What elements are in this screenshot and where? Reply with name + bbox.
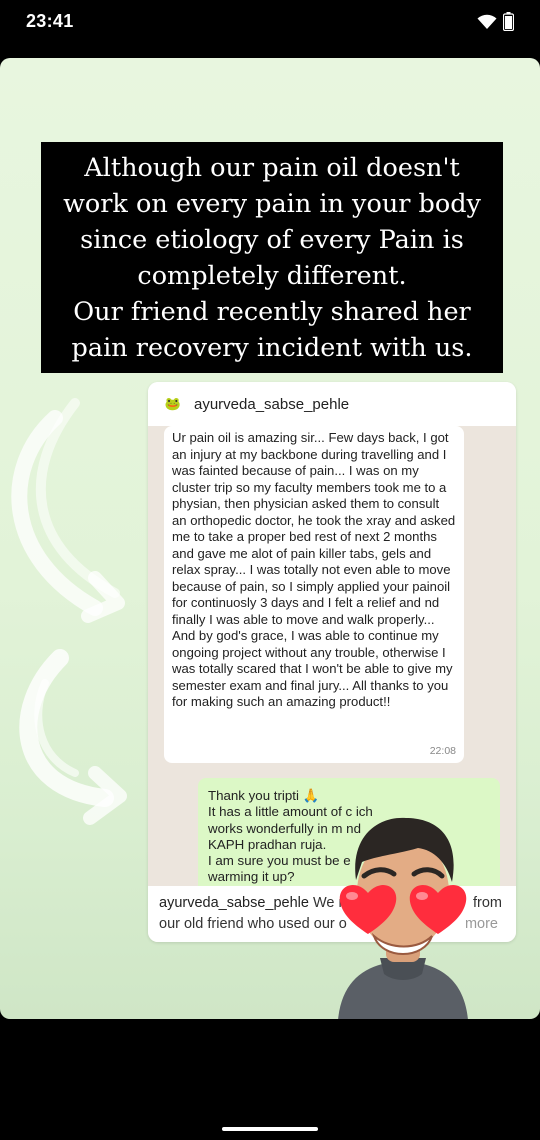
brand-logo-icon: 🐸 bbox=[164, 396, 182, 411]
home-indicator[interactable] bbox=[222, 1127, 318, 1131]
message-timestamp: 22:08 bbox=[429, 744, 456, 757]
caption-line: since etiology of every Pain is bbox=[80, 225, 464, 255]
caption-line: work on every pain in your body bbox=[63, 189, 481, 219]
post-username[interactable]: ayurveda_sabse_pehle bbox=[194, 396, 349, 413]
caption-line: Although our pain oil doesn't bbox=[84, 153, 460, 183]
decorative-swirl bbox=[11, 398, 127, 825]
caption-line: Our friend recently shared her bbox=[73, 297, 471, 327]
status-icons bbox=[477, 12, 515, 36]
post-header[interactable]: 🐸 ayurveda_sabse_pehle bbox=[148, 382, 516, 426]
caption-username[interactable]: ayurveda_sabse_pehle bbox=[159, 895, 309, 911]
status-bar: 23:41 bbox=[0, 0, 540, 48]
incoming-message-bubble: Ur pain oil is amazing sir... Few days b… bbox=[164, 426, 464, 763]
story-text-caption: Although our pain oil doesn't work on ev… bbox=[41, 142, 503, 373]
wifi-icon bbox=[477, 14, 497, 35]
incoming-message-text: Ur pain oil is amazing sir... Few days b… bbox=[172, 430, 456, 709]
caption-line: pain recovery incident with us. bbox=[71, 333, 473, 363]
caption-line: completely different. bbox=[137, 261, 407, 291]
heart-eyes-avatar-icon[interactable] bbox=[328, 798, 478, 1019]
story-frame[interactable]: Although our pain oil doesn't work on ev… bbox=[0, 58, 540, 1019]
battery-icon bbox=[502, 12, 515, 36]
status-time: 23:41 bbox=[26, 11, 74, 31]
